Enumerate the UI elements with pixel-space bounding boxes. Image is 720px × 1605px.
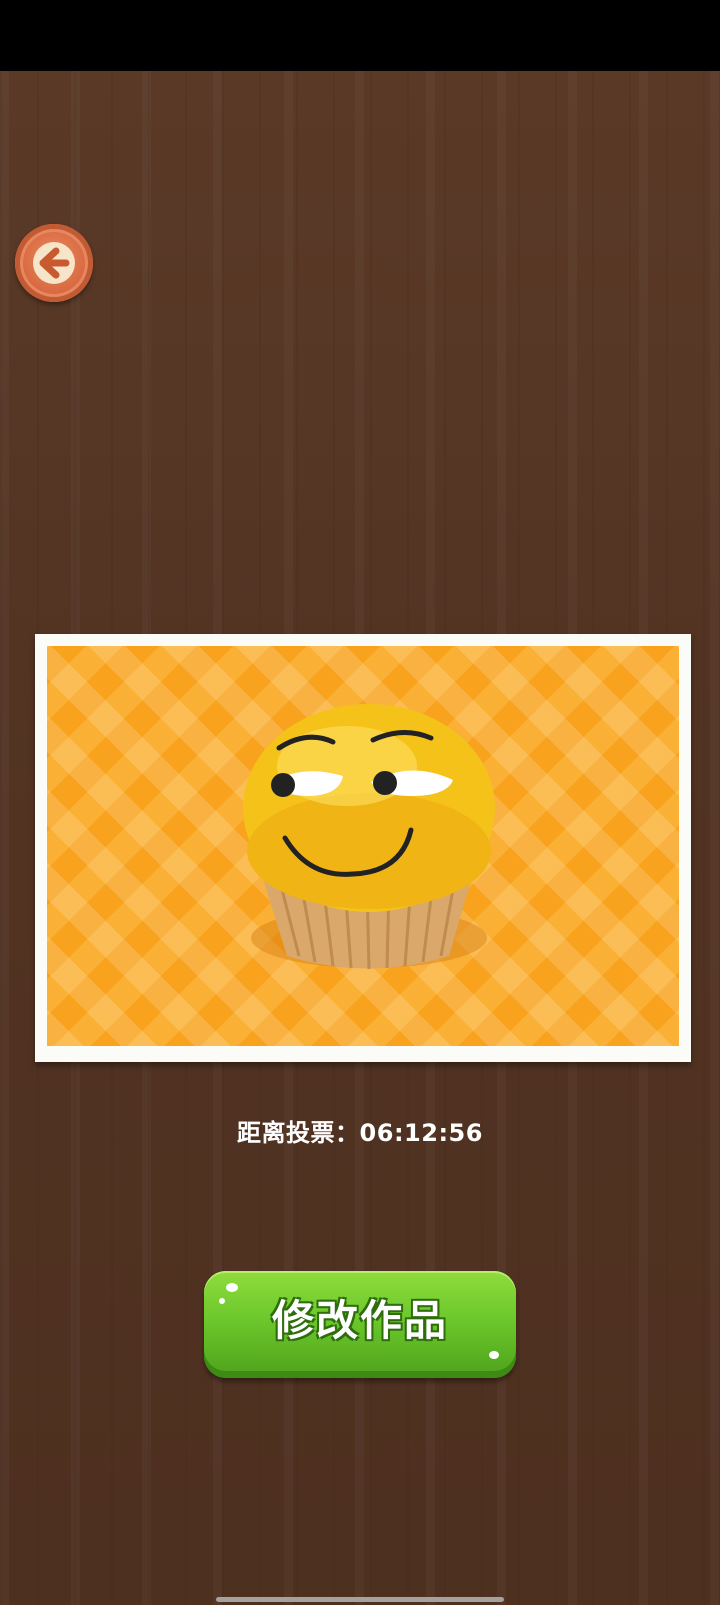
status-bar bbox=[0, 0, 720, 71]
arrow-left-icon bbox=[33, 242, 75, 284]
vote-countdown: 距离投票：06:12:56 bbox=[0, 1113, 720, 1148]
edit-artwork-label: 修改作品 bbox=[271, 1296, 448, 1345]
cupcake-emoji-illustration bbox=[243, 704, 495, 970]
artwork-photo-frame bbox=[35, 634, 691, 1062]
countdown-label: 距离投票： bbox=[237, 1119, 360, 1147]
back-button[interactable] bbox=[15, 224, 93, 302]
home-indicator bbox=[216, 1597, 504, 1602]
countdown-time: 06:12:56 bbox=[359, 1119, 483, 1147]
edit-artwork-button[interactable]: 修改作品 bbox=[204, 1271, 516, 1378]
artwork-image bbox=[47, 646, 679, 1046]
